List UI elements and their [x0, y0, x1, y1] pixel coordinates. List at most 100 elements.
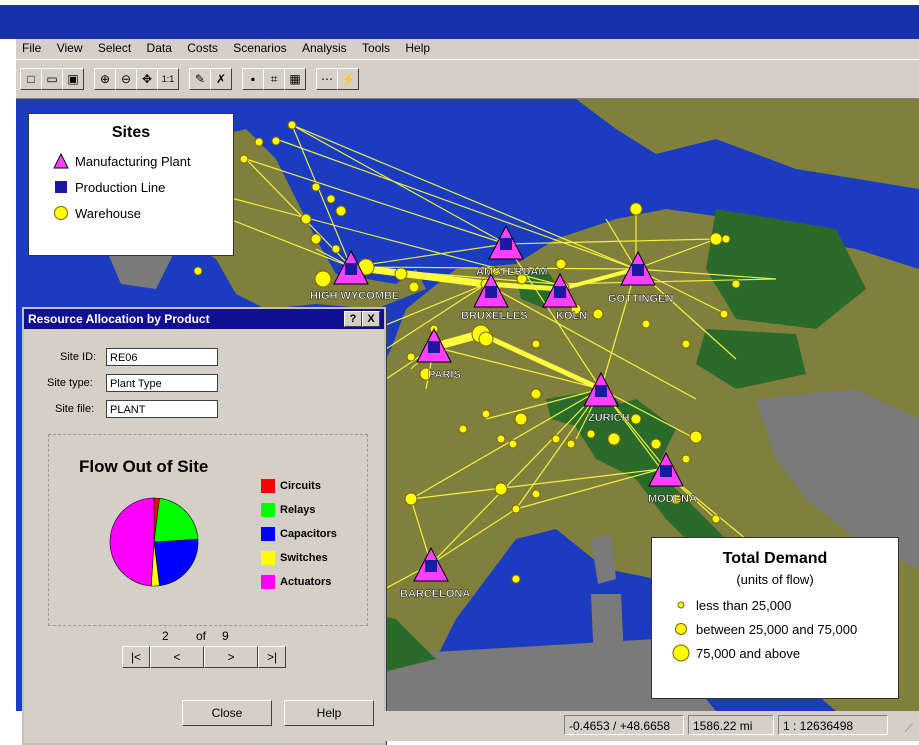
city-label-amsterdam: AMSTERDAM: [476, 266, 548, 278]
demand-row-small: less than 25,000: [652, 593, 898, 617]
swatch: [261, 527, 275, 541]
resize-grip-icon[interactable]: ⟋: [905, 721, 913, 736]
site-type-label: Site type:: [47, 377, 93, 389]
actual-size-icon[interactable]: 1:1: [157, 68, 179, 90]
swatch: [261, 503, 275, 517]
status-distance: 1586.22 mi: [688, 715, 774, 735]
city-label-high-wycombe: HIGH WYCOMBE: [310, 290, 399, 302]
zoom-out-icon[interactable]: ⊖: [115, 68, 137, 90]
demand-row-large: 75,000 and above: [652, 641, 898, 665]
run-icon[interactable]: ⚡: [337, 68, 359, 90]
large-circle-icon: [672, 644, 690, 662]
site-id-label: Site ID:: [60, 351, 97, 363]
prev-page-button[interactable]: <: [150, 646, 204, 668]
swatch: [261, 551, 275, 565]
legend-label: Production Line: [75, 179, 166, 195]
flow-icon[interactable]: ⋯: [316, 68, 338, 90]
page-total: 9: [222, 629, 229, 643]
erase-icon[interactable]: ✗: [210, 68, 232, 90]
production-line-icon: [55, 181, 67, 193]
page-of: of: [196, 629, 207, 643]
site-type-field[interactable]: Plant Type: [106, 374, 218, 392]
site-file-label: Site file:: [55, 403, 95, 415]
city-label-zurich: ZURICH: [588, 412, 630, 424]
pie-legend-label: Switches: [280, 552, 328, 564]
chart-title: Flow Out of Site: [79, 457, 209, 476]
pie-slice-capacitors: [153, 538, 199, 586]
find-icon[interactable]: ⌗: [263, 68, 285, 90]
site-file-field[interactable]: PLANT: [106, 400, 218, 418]
menu-bar: File View Select Data Costs Scenarios An…: [16, 39, 919, 59]
window-titlebar: [0, 5, 919, 39]
pie-legend-item: Switches: [261, 551, 328, 565]
menu-help[interactable]: Help: [399, 39, 436, 57]
optimize-icon[interactable]: ▦: [284, 68, 306, 90]
sites-legend: Sites Manufacturing Plant Production Lin…: [28, 113, 234, 256]
legend-row-line: Production Line: [29, 174, 233, 200]
menu-file[interactable]: File: [16, 39, 47, 57]
land-sardinia: [591, 594, 624, 664]
close-icon[interactable]: X: [362, 311, 380, 327]
save-icon[interactable]: ▣: [62, 68, 84, 90]
help-button[interactable]: Help: [284, 700, 374, 726]
pie-legend-item: Circuits: [261, 479, 321, 493]
legend-row-plant: Manufacturing Plant: [29, 148, 233, 174]
pie-legend-item: Relays: [261, 503, 315, 517]
land-scandinavia: [576, 99, 919, 189]
menu-costs[interactable]: Costs: [181, 39, 224, 57]
add-site-icon[interactable]: ▪: [242, 68, 264, 90]
flow-chart-panel: Flow Out of Site Circuits Relays Capacit…: [48, 434, 368, 626]
site-id-field[interactable]: RE06: [106, 348, 218, 366]
city-label-bruxelles: BRUXELLES: [461, 310, 528, 322]
flow-pie-chart: [109, 497, 199, 587]
new-icon[interactable]: □: [20, 68, 42, 90]
plant-amsterdam: [488, 224, 524, 260]
demand-legend: Total Demand (units of flow) less than 2…: [651, 537, 899, 699]
demand-label: less than 25,000: [696, 597, 792, 613]
swatch: [261, 575, 275, 589]
menu-analysis[interactable]: Analysis: [296, 39, 353, 57]
menu-select[interactable]: Select: [92, 39, 137, 57]
resource-allocation-dialog: Resource Allocation by Product ? X Site …: [22, 307, 386, 745]
menu-scenarios[interactable]: Scenarios: [227, 39, 292, 57]
city-label-modena: MODENA: [648, 493, 697, 505]
select-icon[interactable]: ✎: [189, 68, 211, 90]
menu-tools[interactable]: Tools: [356, 39, 396, 57]
close-button[interactable]: Close: [182, 700, 272, 726]
dialog-titlebar[interactable]: Resource Allocation by Product ? X: [24, 309, 384, 329]
pie-legend-label: Circuits: [280, 480, 321, 492]
last-page-button[interactable]: >|: [258, 646, 286, 668]
next-page-button[interactable]: >: [204, 646, 258, 668]
legend-row-warehouse: Warehouse: [29, 200, 233, 226]
swatch: [261, 479, 275, 493]
status-scale: 1 : 12636498: [778, 715, 888, 735]
demand-legend-title: Total Demand: [722, 550, 828, 567]
pie-slice-actuators: [109, 497, 155, 587]
demand-row-medium: between 25,000 and 75,000: [652, 617, 898, 641]
city-label-gottingen: GOTTINGEN: [608, 293, 673, 305]
demand-label: 75,000 and above: [696, 645, 801, 661]
zoom-in-icon[interactable]: ⊕: [94, 68, 116, 90]
pie-legend-label: Actuators: [280, 576, 332, 588]
open-icon[interactable]: ▭: [41, 68, 63, 90]
manufacturing-plant-icon: [53, 153, 69, 169]
sites-legend-title: Sites: [111, 124, 151, 141]
pie-legend-label: Relays: [280, 504, 316, 516]
warehouse-icon: [54, 206, 68, 220]
city-label-koln: KOLN: [556, 310, 587, 322]
city-label-paris: PARIS: [428, 369, 461, 381]
city-label-barcelona: BARCELONA: [400, 588, 470, 600]
menu-data[interactable]: Data: [141, 39, 178, 57]
toolbar: □ ▭ ▣ ⊕ ⊖ ✥ 1:1 ✎ ✗ ▪ ⌗ ▦ ⋯ ⚡: [16, 60, 919, 99]
legend-label: Warehouse: [75, 205, 141, 221]
pie-slice-relays: [153, 498, 199, 543]
small-circle-icon: [677, 601, 685, 609]
pie-legend-label: Capacitors: [280, 528, 337, 540]
pan-icon[interactable]: ✥: [136, 68, 158, 90]
status-coordinates: -0.4653 / +48.6658: [564, 715, 684, 735]
menu-view[interactable]: View: [51, 39, 89, 57]
first-page-button[interactable]: |<: [122, 646, 150, 668]
dialog-title: Resource Allocation by Product: [28, 312, 210, 326]
demand-legend-subtitle: (units of flow): [736, 572, 814, 587]
help-icon[interactable]: ?: [344, 311, 362, 327]
